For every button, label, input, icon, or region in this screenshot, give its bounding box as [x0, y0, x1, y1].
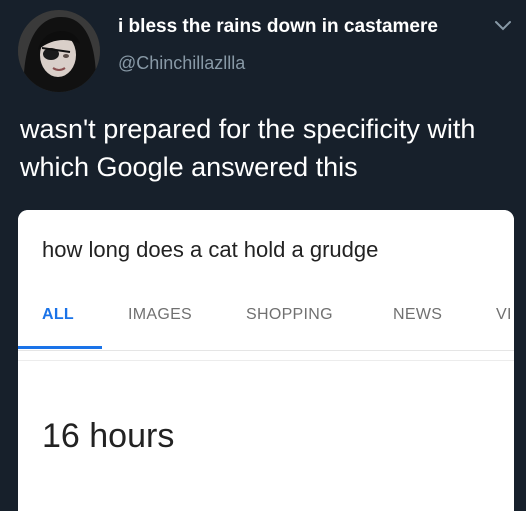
tab-news[interactable]: NEWS — [393, 306, 442, 324]
tab-videos[interactable]: VI — [496, 306, 512, 324]
search-tabs: ALL IMAGES SHOPPING NEWS VI — [18, 290, 514, 351]
tweet-text: wasn't prepared for the specificity with… — [20, 114, 476, 182]
featured-answer: 16 hours — [42, 417, 175, 455]
search-box[interactable]: how long does a cat hold a grudge — [18, 210, 514, 290]
tab-shopping[interactable]: SHOPPING — [246, 306, 333, 324]
google-search-screenshot: how long does a cat hold a grudge ALL IM… — [18, 210, 514, 511]
chevron-down-icon[interactable] — [494, 20, 512, 32]
avatar[interactable] — [18, 10, 100, 92]
display-name[interactable]: i bless the rains down in castamere — [118, 16, 438, 38]
answer-card: 16 hours — [18, 360, 514, 511]
avatar-image — [18, 10, 100, 92]
tab-all[interactable]: ALL — [42, 306, 74, 324]
active-tab-indicator — [18, 346, 102, 349]
tweet-header: i bless the rains down in castamere @Chi… — [0, 0, 526, 100]
search-query[interactable]: how long does a cat hold a grudge — [42, 237, 378, 263]
user-handle[interactable]: @Chinchillazllla — [118, 53, 245, 74]
tab-images[interactable]: IMAGES — [128, 306, 192, 324]
